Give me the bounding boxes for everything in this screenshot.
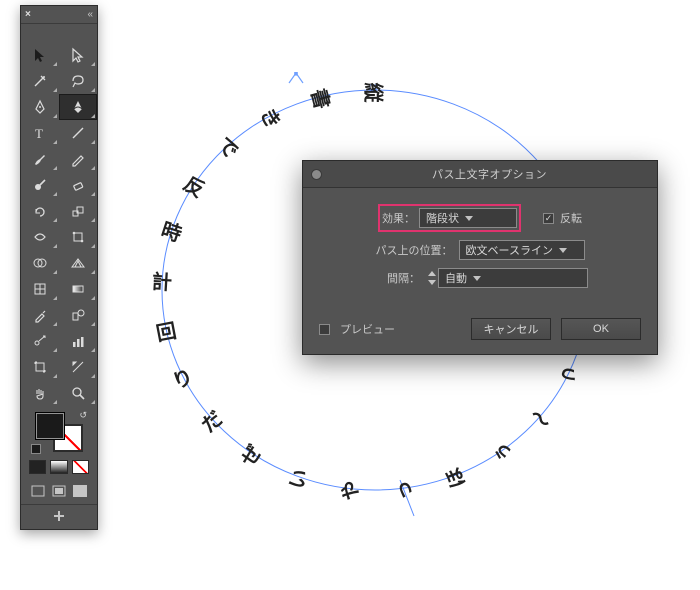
path-text-glyph[interactable]: い <box>280 464 314 493</box>
fill-swatch[interactable] <box>35 412 65 440</box>
position-label: パス上の位置： <box>376 242 453 258</box>
preview-checkbox[interactable] <box>319 324 330 335</box>
lasso-tool[interactable] <box>59 68 97 94</box>
position-select-value: 欧文ベースライン <box>466 242 553 258</box>
effect-label: 効果： <box>382 210 415 226</box>
eyedropper-tool[interactable] <box>21 302 59 328</box>
type-tool[interactable]: T <box>21 120 59 146</box>
path-text-glyph[interactable]: ぅ <box>483 437 518 470</box>
screen-mode-full-icon[interactable] <box>50 484 67 498</box>
path-text-glyph[interactable]: ほ <box>437 464 471 493</box>
path-text-glyph[interactable]: っ <box>387 479 418 503</box>
dialog-titlebar[interactable]: パス上文字オプション <box>303 161 657 188</box>
dialog-title: パス上文字オプション <box>330 166 649 182</box>
default-fill-stroke-icon[interactable] <box>31 444 41 454</box>
path-text-glyph[interactable]: ぜ <box>233 438 268 471</box>
blob-brush-tool[interactable] <box>21 172 59 198</box>
scale-tool[interactable] <box>59 198 97 224</box>
chevron-down-icon <box>559 248 567 253</box>
path-text-glyph[interactable]: き <box>255 102 290 134</box>
type-on-path-options-dialog: パス上文字オプション 効果： 階段状 反転 パス上の位置： 欧文ベースライン 間… <box>302 160 658 355</box>
color-chip-solid[interactable] <box>29 460 46 474</box>
preview-label: プレビュー <box>340 321 395 337</box>
curvature-tool[interactable] <box>59 94 97 120</box>
collapse-icon[interactable]: « <box>87 9 93 20</box>
misc-row <box>21 504 97 529</box>
symbol-sprayer-tool[interactable] <box>21 328 59 354</box>
path-text-glyph[interactable]: 時 <box>158 214 186 248</box>
position-select[interactable]: 欧文ベースライン <box>459 240 585 260</box>
color-chip-none[interactable] <box>72 460 89 474</box>
color-mode-row <box>21 456 97 480</box>
path-text-glyph[interactable]: ～ <box>523 402 557 437</box>
path-text-glyph[interactable]: で <box>212 130 247 164</box>
spacing-select[interactable]: 自動 <box>438 268 588 288</box>
column-graph-tool[interactable] <box>59 328 97 354</box>
spacing-label: 間隔： <box>372 270 420 286</box>
window-close-dot[interactable] <box>311 169 322 180</box>
chevron-down-icon <box>465 216 473 221</box>
path-text-glyph[interactable]: 書 <box>305 85 338 112</box>
pen-tool[interactable] <box>21 94 59 120</box>
paintbrush-tool[interactable] <box>21 146 59 172</box>
tools-panel: × « T ↺ <box>20 5 98 530</box>
cancel-button[interactable]: キャンセル <box>471 318 551 340</box>
pencil-tool[interactable] <box>59 146 97 172</box>
tools-panel-header: × « <box>21 6 97 24</box>
color-chip-gradient[interactable] <box>50 460 67 474</box>
path-text-glyph[interactable]: 計 <box>152 265 174 295</box>
line-segment-tool[interactable] <box>59 120 97 146</box>
free-transform-tool[interactable] <box>59 224 97 250</box>
path-text-glyph[interactable]: 縦 <box>361 83 390 103</box>
spacing-select-value: 自動 <box>445 270 467 286</box>
slice-tool[interactable] <box>59 354 97 380</box>
path-text-glyph[interactable]: り <box>167 361 197 396</box>
text-path-start-marker[interactable] <box>288 72 304 84</box>
path-text-glyph[interactable]: や <box>333 479 364 502</box>
shape-builder-tool[interactable] <box>21 250 59 276</box>
mesh-tool[interactable] <box>21 276 59 302</box>
flip-label: 反転 <box>560 210 582 226</box>
fill-stroke-swatch[interactable]: ↺ <box>35 412 83 452</box>
screen-mode-presentation-icon[interactable] <box>72 484 89 498</box>
stepper-icon[interactable] <box>426 268 438 288</box>
blend-tool[interactable] <box>59 302 97 328</box>
zoom-tool[interactable] <box>59 380 97 406</box>
edit-toolbar-icon[interactable] <box>50 509 68 523</box>
width-tool[interactable] <box>21 224 59 250</box>
screen-mode-normal-icon[interactable] <box>29 484 46 498</box>
chevron-down-icon <box>473 276 481 281</box>
effect-highlight: 効果： 階段状 <box>378 204 521 232</box>
effect-select-value: 階段状 <box>426 210 459 226</box>
screen-mode-row <box>21 480 97 504</box>
effect-select[interactable]: 階段状 <box>419 208 517 228</box>
gradient-tool[interactable] <box>59 276 97 302</box>
path-text-glyph[interactable]: だ <box>194 403 228 438</box>
close-icon[interactable]: × <box>25 9 31 20</box>
eraser-tool[interactable] <box>59 172 97 198</box>
selection-tool[interactable] <box>21 42 59 68</box>
path-text-glyph[interactable]: っ <box>553 360 583 395</box>
flip-checkbox[interactable] <box>543 213 554 224</box>
hand-tool[interactable] <box>21 380 59 406</box>
swap-fill-stroke-icon[interactable]: ↺ <box>79 410 87 421</box>
artboard-tool[interactable] <box>21 354 59 380</box>
perspective-grid-tool[interactable] <box>59 250 97 276</box>
svg-text:T: T <box>35 126 43 141</box>
path-text-glyph[interactable]: 反 <box>179 168 211 203</box>
rotate-tool[interactable] <box>21 198 59 224</box>
swatch-area: ↺ <box>21 406 97 456</box>
ok-button[interactable]: OK <box>561 318 641 340</box>
direct-selection-tool[interactable] <box>59 42 97 68</box>
path-text-glyph[interactable]: 回 <box>153 314 178 346</box>
magic-wand-tool[interactable] <box>21 68 59 94</box>
